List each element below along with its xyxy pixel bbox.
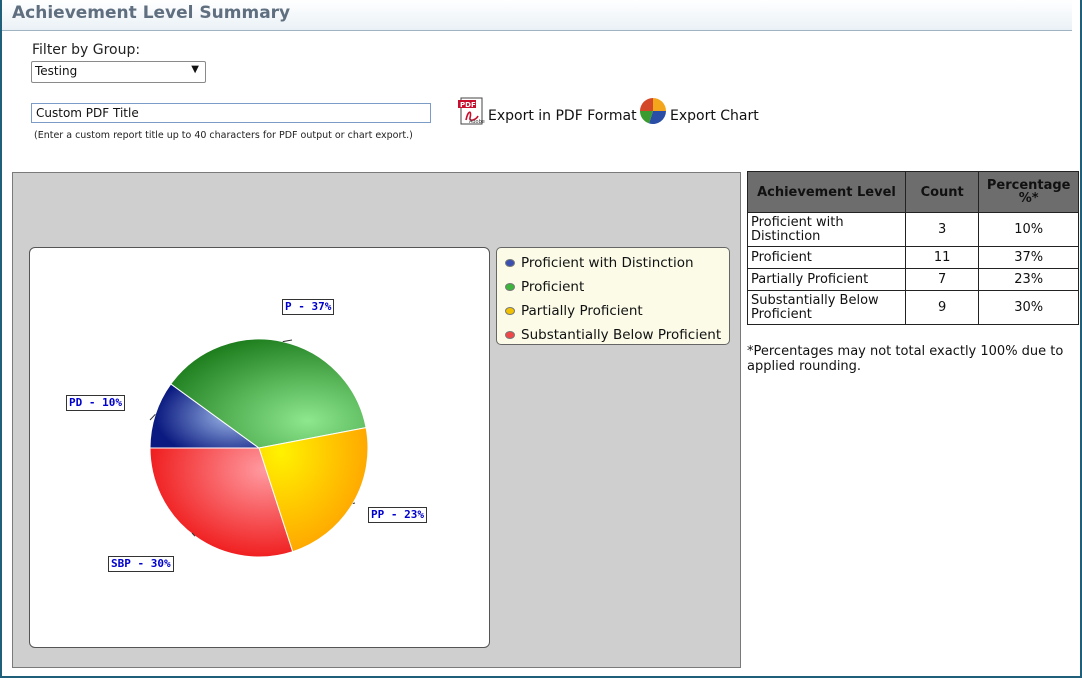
export-chart-button[interactable]: Export Chart [638,96,759,126]
pie-chart-area: PD - 10% P - 37% PP - 23% SBP - 30% [29,247,490,648]
chevron-down-icon: ▼ [191,64,199,75]
title-hint: (Enter a custom report title up to 40 ch… [34,130,413,141]
cell-level: Proficient [747,246,906,269]
legend-item: Partially Proficient [497,299,729,323]
legend-label: Substantially Below Proficient [521,327,722,343]
cell-percentage: 30% [978,290,1079,325]
data-label: P - 37% [282,299,335,315]
export-pdf-label: Export in PDF Format [488,108,637,124]
rounding-footnote: *Percentages may not total exactly 100% … [747,344,1064,374]
legend-marker-icon [505,331,515,339]
legend-marker-icon [505,307,515,315]
leader-line [282,339,293,343]
legend-marker-icon [505,259,515,267]
data-label: PP - 23% [368,507,427,523]
table-row: Partially Proficient 7 23% [747,268,1079,291]
legend-item: Substantially Below Proficient [497,323,729,347]
table-row: Proficient with Distinction 3 10% [747,212,1079,247]
filter-label: Filter by Group: [32,42,141,58]
cell-count: 3 [904,212,980,247]
header-achievement-level: Achievement Level [747,171,906,213]
cell-percentage: 37% [978,246,1079,269]
chart-legend: Proficient with Distinction Proficient Par… [496,247,730,345]
achievement-table: Achievement Level Count Percentage %* Pr… [747,171,1079,325]
legend-item: Proficient [497,275,729,299]
pie-chart-icon [639,98,667,125]
legend-item: Proficient with Distinction [497,251,729,275]
svg-text:PDF: PDF [460,101,476,109]
cell-level: Proficient with Distinction [747,212,906,247]
legend-label: Partially Proficient [521,303,643,319]
table-row: Substantially Below Proficient 9 30% [747,290,1079,325]
group-filter-value: Testing [35,64,78,78]
pie-chart [149,338,369,558]
cell-percentage: 23% [978,268,1079,291]
data-label: PD - 10% [66,395,125,411]
cell-level: Substantially Below Proficient [747,290,906,325]
cell-count: 9 [904,290,980,325]
pdf-icon: PDF Adobe [458,97,485,125]
header-count: Count [904,171,980,213]
page-title: Achievement Level Summary [12,3,291,23]
export-chart-label: Export Chart [670,108,759,124]
cell-percentage: 10% [978,212,1079,247]
data-label: SBP - 30% [108,556,174,572]
svg-text:Adobe: Adobe [469,119,485,125]
legend-marker-icon [505,283,515,291]
header-percentage: Percentage %* [978,171,1079,213]
legend-label: Proficient [521,279,585,295]
cell-level: Partially Proficient [747,268,906,291]
custom-title-input[interactable] [31,103,431,123]
export-pdf-button[interactable]: PDF Adobe Export in PDF Format [458,96,637,126]
cell-count: 11 [904,246,980,269]
section-header: Achievement Level Summary [2,0,1072,31]
table-row: Proficient 11 37% [747,246,1079,269]
cell-count: 7 [904,268,980,291]
chart-panel: PD - 10% P - 37% PP - 23% SBP - 30% Profici… [12,172,741,668]
group-filter-select[interactable]: Testing ▼ [31,61,206,83]
legend-label: Proficient with Distinction [521,255,694,271]
